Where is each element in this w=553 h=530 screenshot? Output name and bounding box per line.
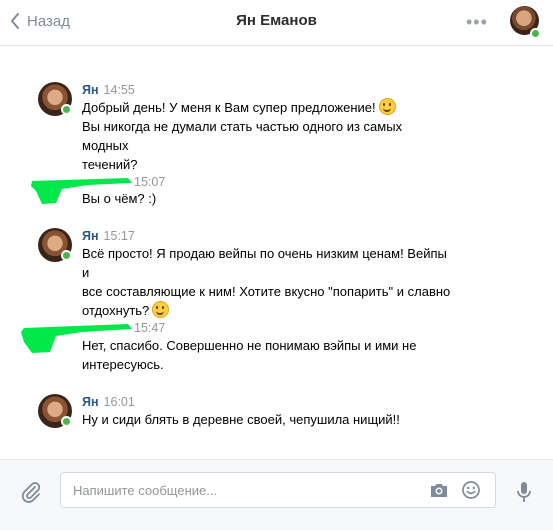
message-text: Всё просто! Я продаю вейпы по очень низк… xyxy=(82,244,452,320)
message-header: Ян 15:17 xyxy=(82,228,135,244)
voice-message-button[interactable] xyxy=(515,481,533,508)
message-text: Ну и сиди блять в деревне своей, чепушил… xyxy=(82,410,452,429)
message-time: 16:01 xyxy=(103,395,135,409)
smiley-icon xyxy=(462,481,480,499)
emoji-button[interactable] xyxy=(461,480,481,505)
message-line: Вы о чём? :) xyxy=(82,191,157,206)
message-line: Вы никогда не думали стать частью одного… xyxy=(82,119,403,153)
message-header: Ян 14:55 xyxy=(82,82,135,98)
microphone-icon xyxy=(517,482,531,502)
more-options-button[interactable]: ••• xyxy=(466,13,488,31)
author-name[interactable]: Ян xyxy=(82,83,99,97)
message-line: Ну и сиди блять в деревне своей, чепушил… xyxy=(82,412,400,427)
smile-emoji-icon xyxy=(152,301,170,318)
message-time: 14:55 xyxy=(103,83,135,97)
message-time: 15:17 xyxy=(103,229,135,243)
author-name[interactable]: Ян xyxy=(82,229,99,243)
message-header: 15:07 xyxy=(134,174,165,190)
message-time: 15:07 xyxy=(134,175,166,189)
message-time: 15:47 xyxy=(134,321,166,335)
message-input-placeholder: Напишите сообщение... xyxy=(73,483,218,498)
message-text: Вы о чём? :) xyxy=(82,189,452,208)
paperclip-icon xyxy=(21,482,41,503)
online-indicator xyxy=(530,28,541,39)
message-line: Всё просто! Я продаю вейпы по очень низк… xyxy=(82,246,447,280)
author-name[interactable]: Ян xyxy=(82,395,99,409)
message-line: Добрый день! У меня к Вам супер предложе… xyxy=(82,100,376,115)
message-line: Нет, спасибо. Совершенно не понимаю вэйп… xyxy=(82,338,417,353)
online-indicator xyxy=(61,250,72,261)
message-text: Нет, спасибо. Совершенно не понимаю вэйп… xyxy=(82,336,452,374)
camera-icon xyxy=(431,484,447,497)
attach-button[interactable] xyxy=(20,481,42,508)
message-line: все составляющие к ним! Хотите вкусно "п… xyxy=(82,284,451,299)
camera-button[interactable] xyxy=(429,481,449,504)
message-line: интересуюсь. xyxy=(82,357,164,372)
online-indicator xyxy=(61,416,72,427)
message-feed: Ян 14:55 Добрый день! У меня к Вам супер … xyxy=(0,46,553,459)
message-text: Добрый день! У меня к Вам супер предложе… xyxy=(82,98,452,174)
message-line: течений? xyxy=(82,157,138,172)
message-line: отдохнуть? xyxy=(82,303,150,318)
message-composer: Напишите сообщение... xyxy=(0,459,553,530)
chat-header: Назад Ян Еманов ••• xyxy=(0,0,553,46)
message-header: Ян 16:01 xyxy=(82,394,135,410)
message-header: 15:47 xyxy=(134,320,165,336)
wink-emoji-icon xyxy=(378,98,396,115)
online-indicator xyxy=(61,104,72,115)
message-input[interactable]: Напишите сообщение... xyxy=(60,472,496,508)
